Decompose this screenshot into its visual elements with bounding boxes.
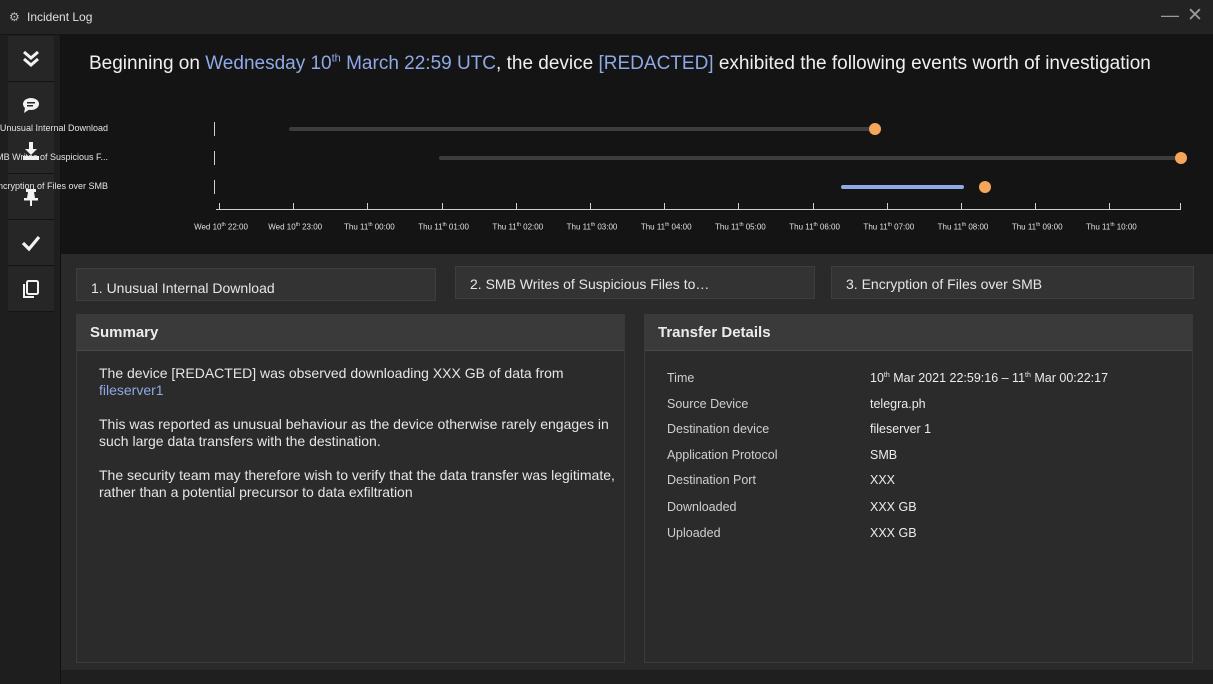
title-bar: ⚙ Incident Log — ✕ [0,0,1213,35]
detail-value-destination-device: fileserver 1 [870,422,932,436]
time-part-b: Mar 2021 22:59:16 – 11 [889,371,1026,385]
incident-header: Beginning on Wednesday 10th March 22:59 … [0,35,1213,254]
timeline-event-bar[interactable] [438,156,1181,160]
timeline-axis-label: Thu 11th 00:00 [344,222,395,232]
headline-date-sup: th [331,52,341,65]
summary-paragraph-3: The security team may therefore wish to … [99,467,615,500]
summary-panel: Summary The device [REDACTED] was observ… [76,314,625,663]
timeline-axis-label: Thu 11th 06:00 [789,222,840,232]
detail-value-source-device: telegra.ph [870,397,926,411]
headline-date-rest: March 22:59 UTC [340,53,497,74]
timeline-axis-label: Thu 11th 10:00 [1086,222,1137,232]
tab-encryption-of-files[interactable]: 3. Encryption of Files over SMB [831,266,1194,299]
detail-label-time: Time [667,371,695,385]
timeline-axis [216,209,1181,210]
timeline-axis-tick [219,203,220,210]
bottom-strip [61,670,1213,684]
timeline-axis-tick [664,203,666,210]
detail-label-source-device: Source Device [667,397,749,411]
timeline-axis-tick [961,203,962,210]
headline-suffix: exhibited the following events worth of … [713,53,1151,74]
copy-button[interactable] [8,266,54,312]
tab-smb-writes[interactable]: 2. SMB Writes of Suspicious Files to… [455,266,815,299]
timeline-event-marker[interactable] [869,123,882,135]
minimize-button[interactable]: — [1161,5,1179,26]
detail-label-application-protocol: Application Protocol [667,448,778,462]
comment-icon [23,97,39,113]
acknowledge-button[interactable] [8,220,54,266]
timeline-row-label: Unusual Internal Download [0,123,108,133]
tab-label: 2. SMB Writes of Suspicious Files to… [470,276,710,292]
timeline-axis-label: Thu 11th 04:00 [640,222,692,232]
timeline-axis-label: Thu 11th 03:00 [566,222,618,232]
detail-value-application-protocol: SMB [870,448,898,462]
timeline-row-tick [214,122,215,136]
timeline-row-tick [214,180,215,194]
time-part-a: 10 [870,371,884,385]
timeline-event-bar[interactable] [840,185,965,189]
tab-label: 3. Encryption of Files over SMB [846,276,1043,292]
incident-headline: Beginning on Wednesday 10th March 22:59 … [89,51,1169,76]
headline-middle: , the device [496,53,599,74]
summary-title: Summary [77,315,624,351]
timeline-axis-tick [367,203,369,210]
tab-label: 1. Unusual Internal Download [91,280,275,296]
download-button[interactable] [8,128,54,174]
tab-unusual-internal-download[interactable]: 1. Unusual Internal Download [76,268,436,301]
summary-p1-text: The device [REDACTED] was observed downl… [99,365,564,381]
timeline-row-label: Encryption of Files over SMB [0,181,108,191]
detail-value-downloaded: XXX GB [870,500,917,514]
detail-label-downloaded: Downloaded [667,500,737,514]
timeline-axis-label: Thu 11th 01:00 [418,222,469,232]
timeline-axis-label: Thu 11th 09:00 [1011,222,1063,232]
timeline-event-marker[interactable] [1174,152,1187,164]
fileserver-link[interactable]: fileserver1 [99,382,164,398]
timeline-axis-label: Wed 10th 22:00 [194,222,248,232]
timeline-axis-end-tick [1180,203,1181,210]
detail-label-uploaded: Uploaded [667,526,721,540]
window-title: Incident Log [27,10,93,24]
timeline-axis-tick [515,203,517,210]
summary-paragraph-1: The device [REDACTED] was observed downl… [99,365,619,399]
detail-value-time: 10th Mar 2021 22:59:16 – 11th Mar 00:22:… [870,371,1108,385]
timeline-event-bar[interactable] [288,127,872,131]
headline-prefix: Beginning on [89,53,206,74]
headline-date: Wednesday 10th March 22:59 UTC [205,53,496,74]
timeline-axis-label: Thu 11th 02:00 [492,222,544,232]
copy-icon [23,279,39,298]
headline-device: [REDACTED] [598,53,714,74]
detail-label-destination-device: Destination device [667,422,770,436]
timeline-axis-tick [1109,203,1111,210]
timeline-axis-tick [886,203,888,210]
timeline-axis-tick [738,203,740,210]
timeline-axis-label: Thu 11th 07:00 [863,222,915,232]
detail-value-uploaded: XXX GB [870,526,917,540]
event-timeline: Unusual Internal Download SMB Writes of S… [0,115,1213,245]
summary-paragraph-2: This was reported as unusual behaviour a… [99,416,609,449]
timeline-axis-tick [441,203,443,210]
timeline-axis-label: Thu 11th 08:00 [937,222,989,232]
timeline-row-tick [214,151,215,165]
timeline-axis-label: Thu 11th 05:00 [715,222,766,232]
timeline-axis-tick [1035,203,1037,210]
summary-body: The device [REDACTED] was observed downl… [77,351,619,501]
detail-label-destination-port: Destination Port [667,473,756,487]
transfer-details-panel: Transfer Details Time 10th Mar 2021 22:5… [644,314,1193,663]
double-chevron-down-icon [23,50,39,67]
timeline-axis-tick [590,203,591,210]
timeline-row-label: SMB Writes of Suspicious F... [0,152,108,162]
close-button[interactable]: ✕ [1187,4,1203,27]
time-part-c: Mar 00:22:17 [1030,371,1109,385]
timeline-axis-label: Wed 10th 23:00 [268,222,323,232]
transfer-details-title: Transfer Details [645,315,1192,351]
app-gear-icon: ⚙ [9,10,20,24]
timeline-event-marker[interactable] [979,181,992,193]
detail-value-destination-port: XXX [870,473,896,487]
comment-button[interactable] [8,82,54,128]
timeline-axis-tick [293,203,295,210]
timeline-axis-tick [812,203,814,210]
headline-date-day: Wednesday 10 [205,53,332,74]
checkmark-icon [21,235,41,251]
collapse-button[interactable] [8,36,54,82]
